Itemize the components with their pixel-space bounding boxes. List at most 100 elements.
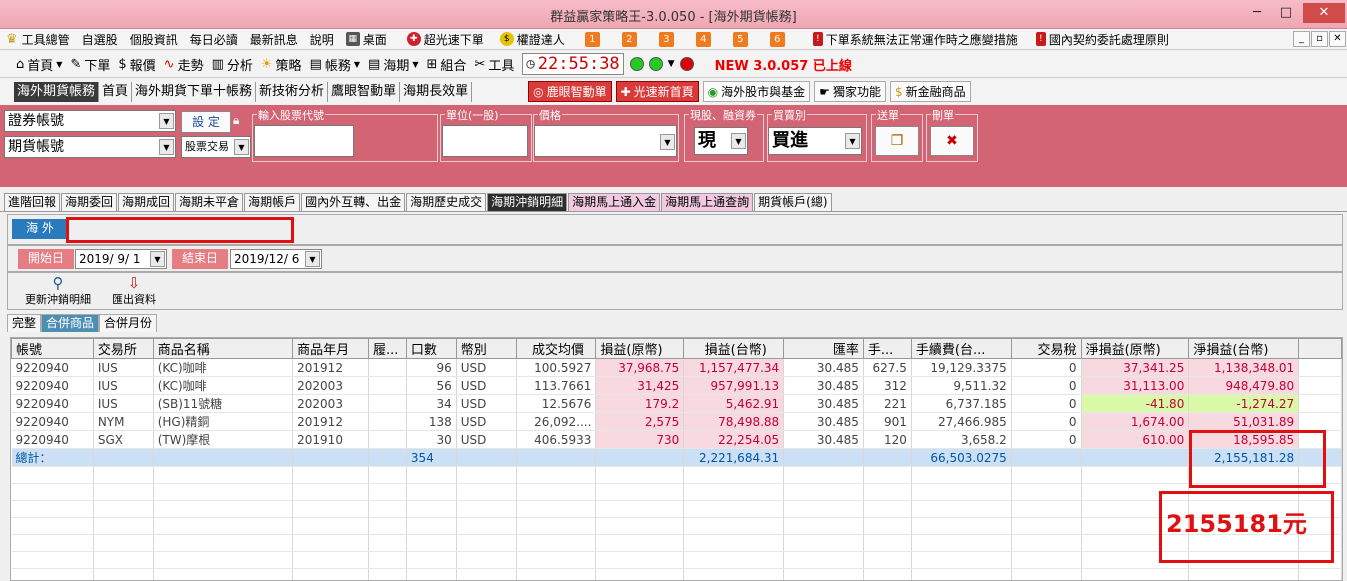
menu-daily[interactable]: 每日必讀 [190, 31, 238, 48]
mdi-minimize-button[interactable]: _ [1293, 31, 1310, 47]
col-tax[interactable]: 交易稅 [1010, 338, 1082, 359]
unit-input[interactable] [442, 125, 528, 157]
stock-code-input[interactable] [254, 125, 354, 157]
region-tab[interactable]: 海 外 [12, 219, 68, 239]
new-finance-button[interactable]: $ 新金融商品 [889, 81, 971, 102]
toolbar-tools[interactable]: ✂ 工具 [474, 55, 514, 74]
table-row[interactable]: 9220940 IUS (KC)咖啡 202003 56 USD 113.7661 31,42… [11, 376, 1342, 395]
menu-desktop[interactable]: ▦ 桌面 [345, 31, 387, 48]
tab-futures-account[interactable]: 海期帳戶 [244, 193, 301, 211]
col-product[interactable]: 商品名稱 [152, 338, 294, 359]
tab-overseas-order[interactable]: 海外期貨下單十帳務 [132, 81, 257, 102]
tab-order-reply[interactable]: 海期委回 [61, 193, 118, 211]
maximize-button[interactable]: □ [1272, 3, 1300, 23]
col-month[interactable]: 商品年月 [292, 338, 369, 359]
overseas-stock-button[interactable]: ◉ 海外股市與基金 [702, 81, 811, 102]
col-currency[interactable]: 幣別 [455, 338, 517, 359]
minimize-button[interactable]: ─ [1243, 3, 1271, 23]
futures-account-select[interactable]: 期貨帳號 ▼ [4, 136, 176, 158]
tab-advanced-report[interactable]: 進階回報 [4, 193, 61, 211]
send-order-button[interactable]: ❐ [875, 126, 919, 156]
menu-warrant[interactable]: $ 權證達人 [499, 31, 565, 48]
toolbar-combo[interactable]: ⊞ 組合 [427, 55, 467, 74]
table-row[interactable]: 9220940 IUS (SB)11號糖 202003 34 USD 12.5676 179.… [11, 394, 1342, 413]
table-row[interactable]: 9220940 IUS (KC)咖啡 201912 96 USD 100.5927 37,96… [11, 358, 1342, 377]
delete-order-button[interactable]: ✖ [930, 126, 974, 156]
col-perform[interactable]: 履... [367, 338, 407, 359]
side-select[interactable]: 買進 ▼ [768, 127, 862, 155]
trade-type-select[interactable]: 股票交易 ▼ [181, 136, 251, 158]
col-exchange[interactable]: 交易所 [92, 338, 154, 359]
tab-overseas-account[interactable]: 海外期貨帳務 [14, 81, 100, 102]
shortcut-4[interactable]: 4 [695, 32, 711, 47]
toolbar-quote[interactable]: $ 報價 [118, 55, 155, 74]
refresh-offset-button[interactable]: ⚲ 更新沖銷明細 [18, 275, 98, 307]
export-data-button[interactable]: ⇩ 匯出資料 [104, 275, 164, 307]
col-fee-twd[interactable]: 手續費(台... [910, 338, 1012, 359]
mdi-close-button[interactable]: ✕ [1329, 31, 1346, 47]
table-row[interactable]: 9220940 SGX (TW)摩根 201910 30 USD 406.5933 730 22… [11, 430, 1342, 449]
table-row[interactable]: 9220940 NYM (HG)精銅 201912 138 USD 26,092.... 2,… [11, 412, 1342, 431]
tab-merge-product[interactable]: 合併商品 [41, 314, 100, 332]
toolbar-account[interactable]: ▤ 帳務 ▼ [310, 55, 360, 74]
col-account[interactable]: 帳號 [11, 338, 94, 359]
securities-account-select[interactable]: 證券帳號 ▼ [4, 110, 176, 132]
shortcut-5[interactable]: 5 [732, 32, 748, 47]
col-net-twd[interactable]: 淨損益(台幣) [1188, 338, 1300, 359]
tab-complete[interactable]: 完整 [7, 314, 42, 332]
col-lots[interactable]: 口數 [405, 338, 457, 359]
col-net-orig[interactable]: 淨損益(原幣) [1080, 338, 1190, 359]
tab-eagle-order[interactable]: 鷹眼智動單 [328, 81, 401, 102]
price-input[interactable]: ▼ [534, 125, 677, 157]
deer-order-button[interactable]: ◎ 鹿眼智動單 [528, 81, 612, 102]
exclusive-button[interactable]: ☛ 獨家功能 [814, 81, 886, 102]
menu-stock-info[interactable]: 個股資訊 [130, 31, 178, 48]
record-icon[interactable] [679, 57, 694, 71]
tab-fill-reply[interactable]: 海期成回 [118, 193, 175, 211]
type-select[interactable]: 現 ▼ [694, 127, 748, 155]
menu-help[interactable]: 說明 [310, 31, 334, 48]
col-fee-count[interactable]: 手... [862, 338, 912, 359]
tab-long-order[interactable]: 海期長效單 [400, 81, 473, 102]
col-pl-orig[interactable]: 損益(原幣) [595, 338, 685, 359]
menu-tools[interactable]: 工具總管 [22, 31, 70, 48]
toolbar-overseas[interactable]: ▤ 海期 ▼ [368, 55, 418, 74]
triangle-down-icon[interactable]: ▼ [668, 59, 675, 69]
set-button[interactable]: 設 定 [181, 111, 231, 133]
end-date-picker[interactable]: 2019/12/ 6 ▼ [230, 249, 322, 269]
tab-technical[interactable]: 新技術分析 [256, 81, 329, 102]
toolbar-home[interactable]: ⌂ 首頁 ▼ [16, 55, 62, 74]
toolbar-strategy[interactable]: ☀ 策略 [261, 55, 302, 74]
notice-emergency[interactable]: ! 下單系統無法正常運作時之應變措施 [812, 31, 1018, 48]
menu-fast-order[interactable]: ✚ 超光速下單 [406, 31, 484, 48]
notice-rules[interactable]: ! 國內契約委託處理原則 [1035, 31, 1169, 48]
tab-transfer[interactable]: 國內外互轉、出金 [301, 193, 406, 211]
tab-merge-month[interactable]: 合併月份 [99, 314, 158, 332]
close-button[interactable]: ✕ [1303, 3, 1345, 23]
col-avg-price[interactable]: 成交均價 [515, 338, 597, 359]
menu-news[interactable]: 最新訊息 [250, 31, 298, 48]
tab-futures-total[interactable]: 期貨帳戶(總) [754, 193, 832, 211]
tab-deposit[interactable]: 海期馬上通入金 [568, 193, 661, 211]
menu-watchlist[interactable]: 自選股 [82, 31, 118, 48]
tab-deposit-query[interactable]: 海期馬上通查詢 [661, 193, 754, 211]
new-version-notice[interactable]: NEW 3.0.057 已上線 [715, 55, 852, 74]
start-date-picker[interactable]: 2019/ 9/ 1 ▼ [75, 249, 167, 269]
toolbar-trend[interactable]: ∿ 走勢 [164, 55, 204, 74]
col-rate[interactable]: 匯率 [783, 338, 864, 359]
toolbar-order[interactable]: ✎ 下單 [70, 55, 110, 74]
mdi-restore-button[interactable]: ▫ [1311, 31, 1328, 47]
shortcut-1[interactable]: 1 [584, 32, 600, 47]
shortcut-2[interactable]: 2 [621, 32, 637, 47]
toolbar-analysis[interactable]: ▥ 分析 [212, 55, 253, 74]
tab-offset-detail[interactable]: 海期沖銷明細 [487, 193, 568, 211]
shortcut-3[interactable]: 3 [658, 32, 674, 47]
tab-history[interactable]: 海期歷史成交 [406, 193, 487, 211]
fast-home-button[interactable]: ✚ 光速新首頁 [615, 81, 699, 102]
tab-home[interactable]: 首頁 [99, 81, 133, 102]
col-pl-twd[interactable]: 損益(台幣) [683, 338, 785, 359]
shortcut-6[interactable]: 6 [769, 32, 785, 47]
tab-open-position[interactable]: 海期未平倉 [175, 193, 244, 211]
total-row[interactable]: 總計： 354 2,221,684.31 66,503.0275 2,155,181.2… [11, 448, 1342, 467]
delete-doc-icon: ✖ [946, 133, 958, 149]
